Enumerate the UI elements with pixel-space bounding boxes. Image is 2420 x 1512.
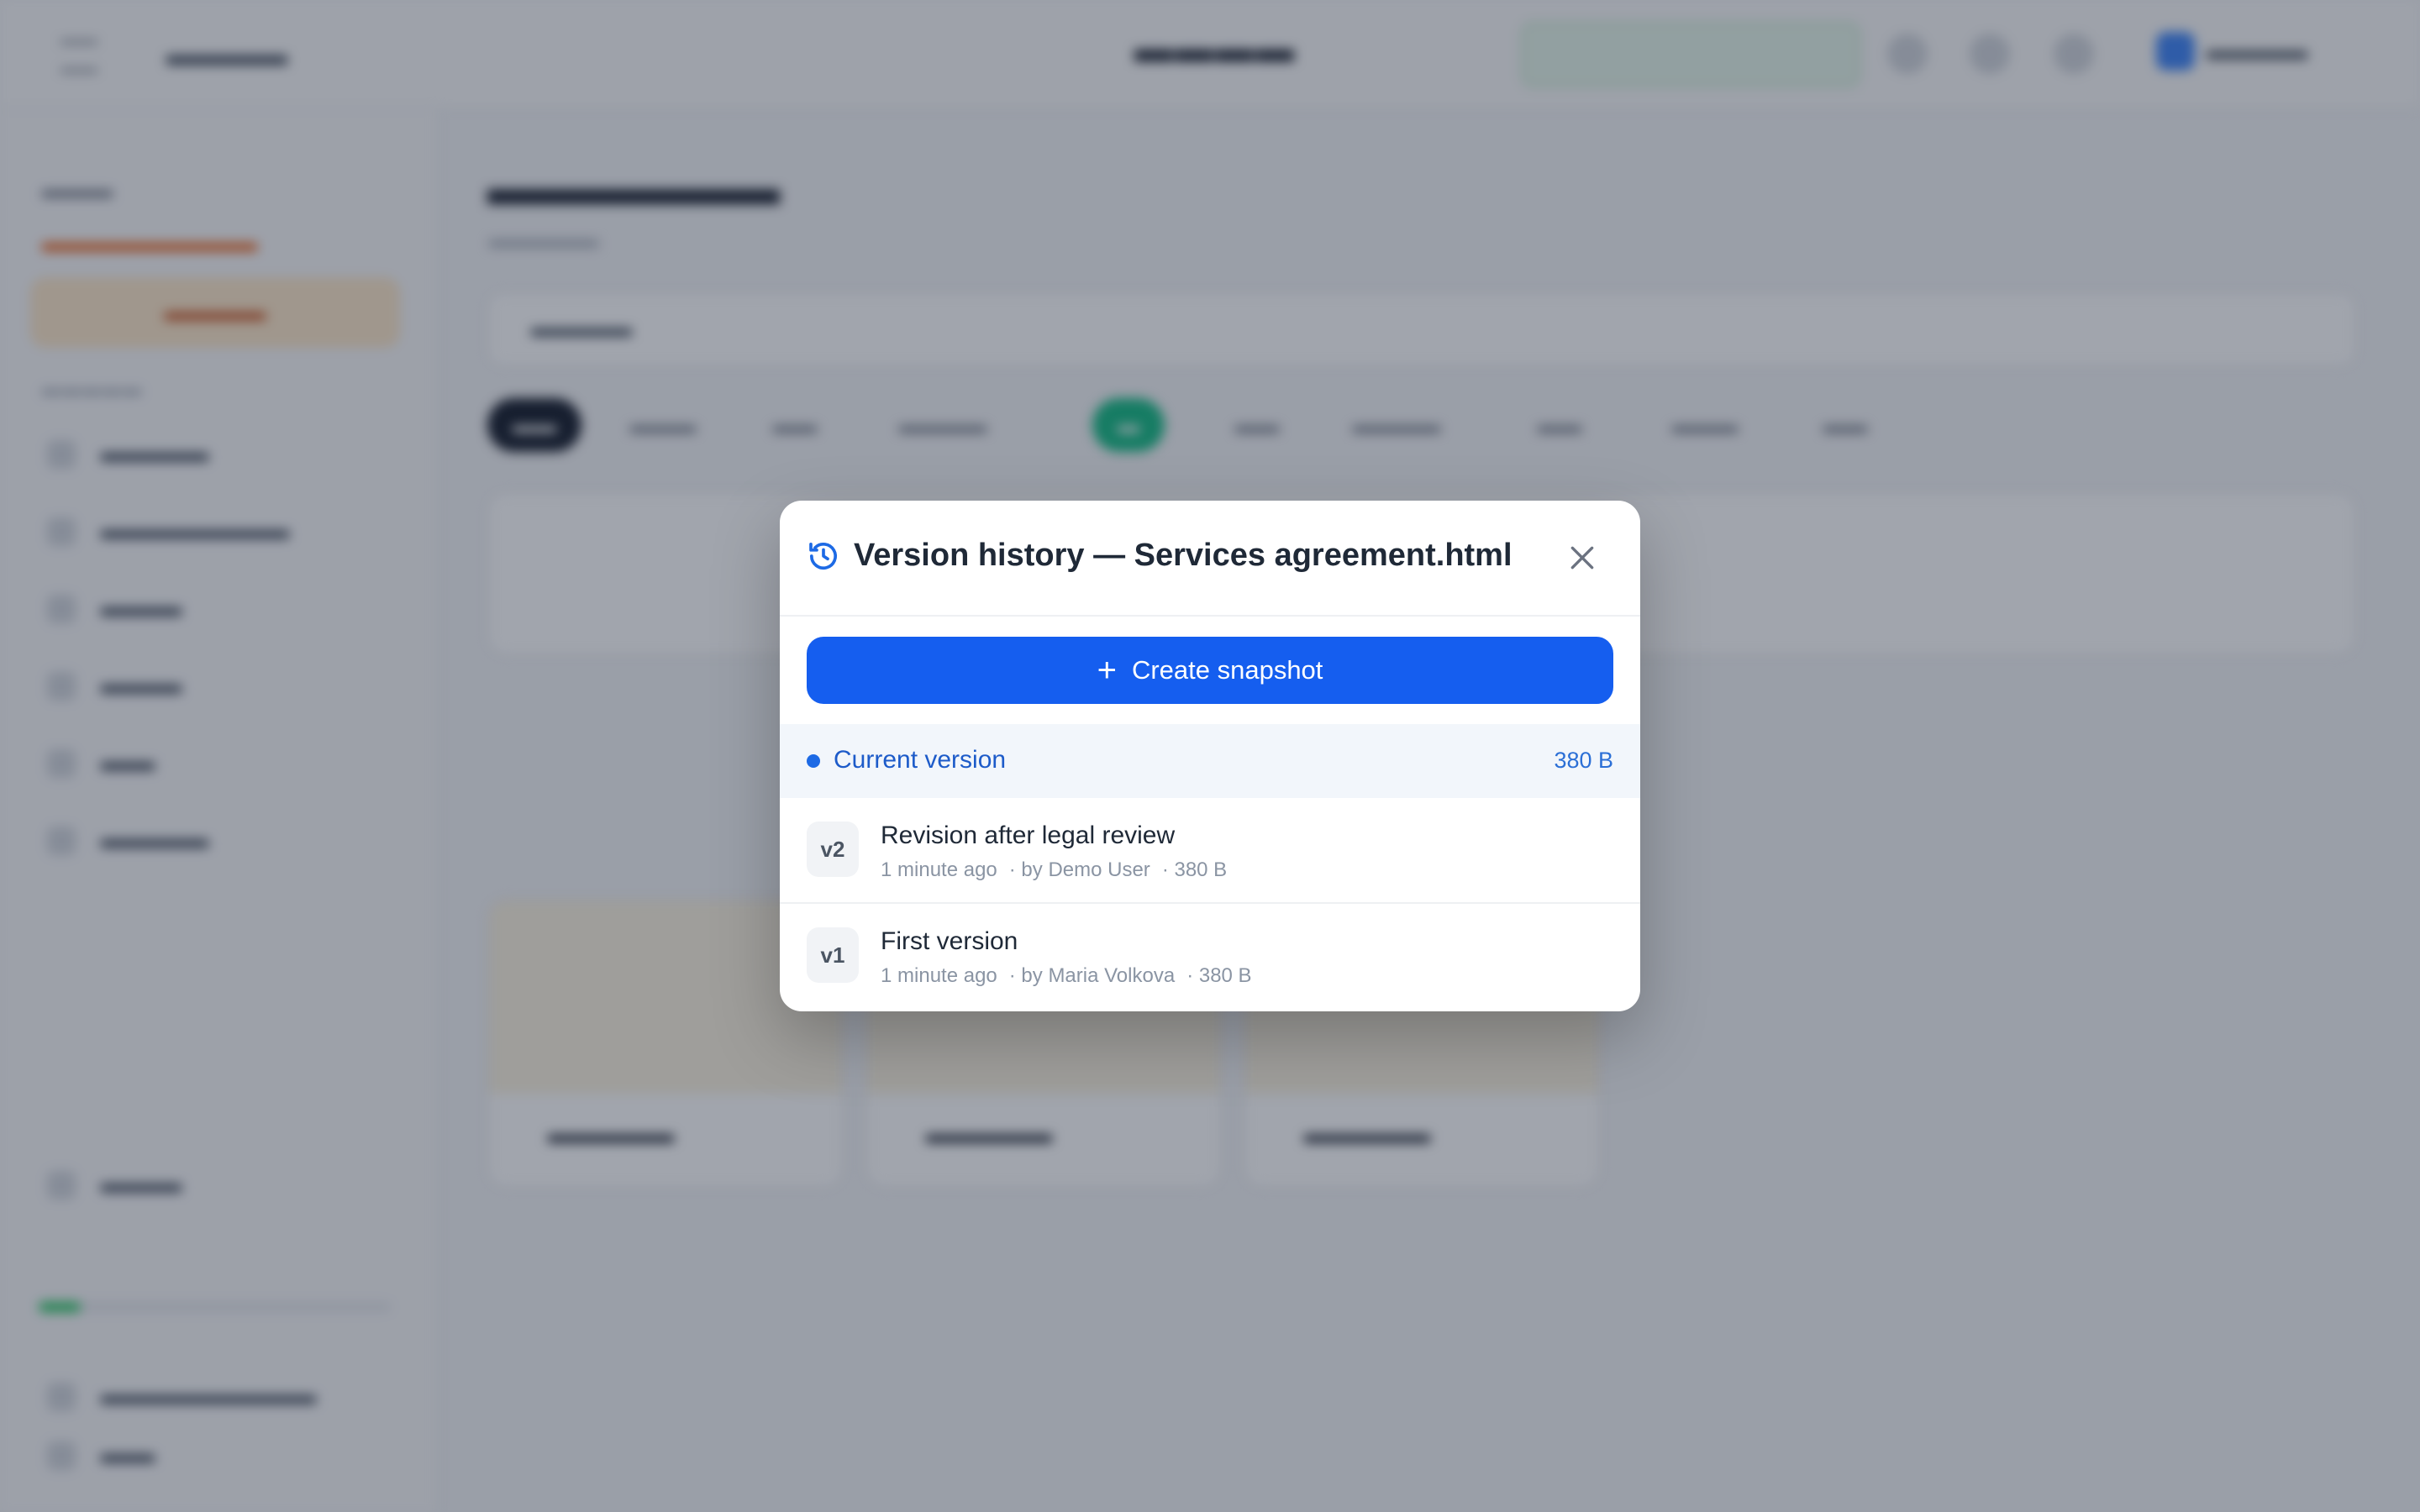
version-name: First version [881, 927, 1018, 955]
current-version-label: Current version [834, 746, 1007, 774]
current-version-size: 380 B [1554, 748, 1613, 773]
version-time: 1 minute ago [881, 858, 997, 881]
version-badge: v2 [807, 822, 859, 877]
dialog-title: Version history — Services agreement.htm… [854, 538, 1512, 573]
create-snapshot-button[interactable]: + Create snapshot [807, 637, 1613, 704]
version-author: · by Demo User [1008, 858, 1150, 881]
version-row-v1[interactable]: v1 First version 1 minute ago · by Maria … [780, 904, 1640, 1008]
version-badge: v1 [807, 927, 859, 983]
close-icon[interactable] [1565, 541, 1599, 575]
version-history-dialog: Version history — Services agreement.htm… [780, 501, 1640, 1011]
history-icon [809, 543, 837, 570]
version-row-v2[interactable]: v2 Revision after legal review 1 minute … [780, 798, 1640, 904]
version-meta: 1 minute ago · by Maria Volkova · 380 B [881, 964, 1252, 988]
version-name: Revision after legal review [881, 822, 1176, 849]
version-author: · by Maria Volkova [1008, 964, 1176, 987]
version-size: · 380 B [1161, 858, 1228, 881]
plus-icon: + [1097, 652, 1117, 689]
create-snapshot-label: Create snapshot [1131, 655, 1323, 685]
version-size: · 380 B [1186, 964, 1252, 987]
current-indicator-dot [807, 754, 820, 768]
current-version-row: Current version 380 B [780, 724, 1640, 798]
dialog-header: Version history — Services agreement.htm… [780, 501, 1640, 617]
version-time: 1 minute ago [881, 964, 997, 987]
version-meta: 1 minute ago · by Demo User · 380 B [881, 858, 1227, 882]
